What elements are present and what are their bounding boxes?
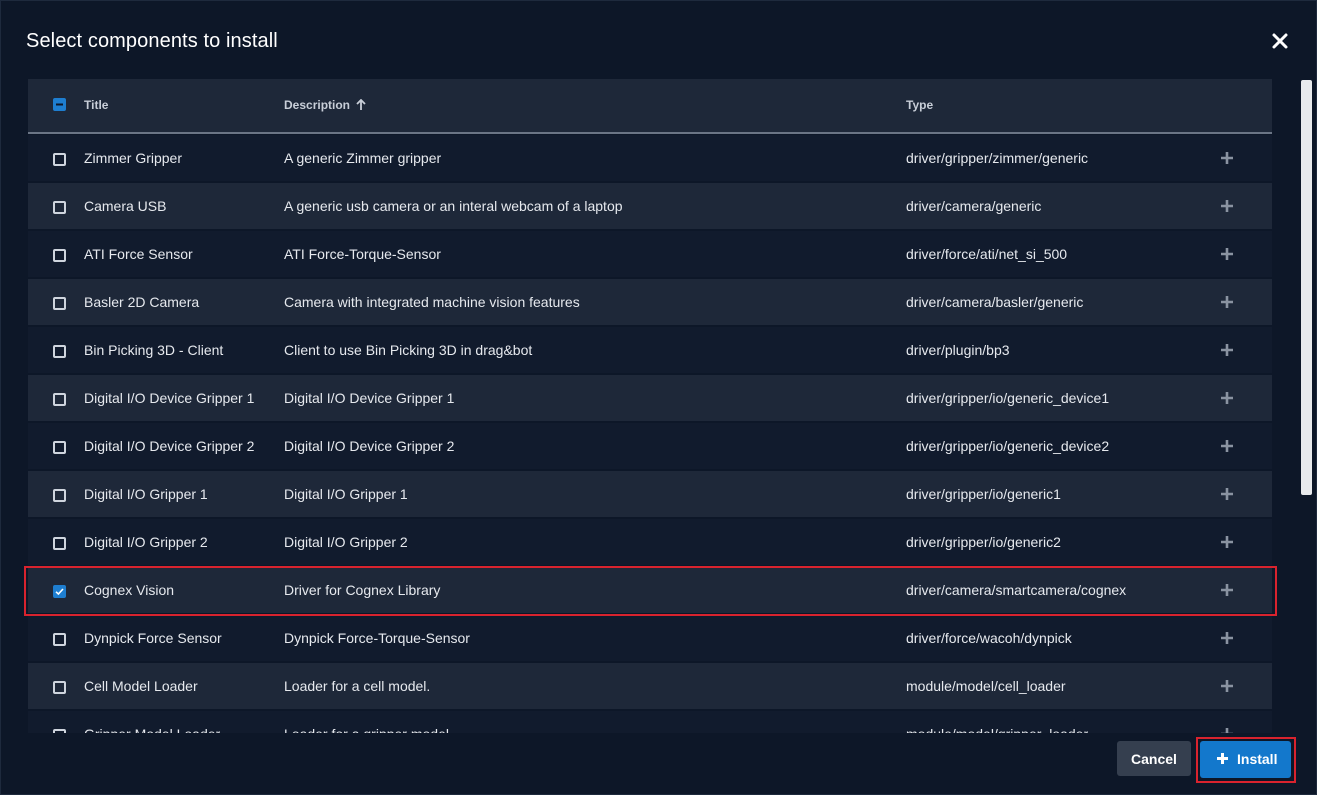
table-row[interactable]: Bin Picking 3D - Client Client to use Bin… [28,327,1272,373]
cell-type: driver/camera/basler/generic [906,294,1084,310]
cell-description: Digital I/O Device Gripper 2 [284,438,455,454]
row-checkbox[interactable] [53,633,66,646]
row-checkbox[interactable] [53,345,66,358]
table-row[interactable]: ATI Force Sensor ATI Force-Torque-Sensor d… [28,231,1272,277]
row-checkbox[interactable] [53,441,66,454]
cell-description: Digital I/O Gripper 1 [284,486,408,502]
cell-type: driver/gripper/io/generic_device1 [906,390,1110,406]
cell-description: A generic Zimmer gripper [284,150,442,166]
row-checkbox[interactable] [53,249,66,262]
table-row[interactable]: Digital I/O Gripper 2 Digital I/O Gripper… [28,519,1272,565]
table-row[interactable]: Digital I/O Device Gripper 1 Digital I/O … [28,375,1272,421]
cell-title: Zimmer Gripper [84,150,183,166]
cell-description: Loader for a gripper model. [284,726,453,733]
row-checkbox[interactable] [53,393,66,406]
cell-title: Cell Model Loader [84,678,198,694]
cell-title: Digital I/O Device Gripper 2 [84,438,255,454]
table-row[interactable]: Cognex Vision Driver for Cognex Library dr… [28,567,1272,613]
table-row[interactable]: Gripper Model Loader Loader for a gripper… [28,711,1272,733]
column-header-description-label: Description [284,98,351,112]
cell-title: Digital I/O Gripper 2 [84,534,208,550]
cell-type: driver/camera/smartcamera/cognex [906,582,1127,598]
cell-type: driver/gripper/io/generic1 [906,486,1061,502]
cell-type: driver/camera/generic [906,198,1042,214]
cell-title: Digital I/O Device Gripper 1 [84,390,255,406]
row-checkbox[interactable] [53,297,66,310]
dialog-title: Select components to install [26,30,278,52]
row-checkbox[interactable] [53,537,66,550]
install-button-label: Install [1237,751,1278,767]
plus-icon[interactable] [1220,631,1234,645]
plus-icon[interactable] [1220,343,1234,357]
table-row[interactable]: Digital I/O Device Gripper 2 Digital I/O … [28,423,1272,469]
plus-icon[interactable] [1220,439,1234,453]
plus-icon[interactable] [1220,727,1234,733]
cell-title: Basler 2D Camera [84,294,200,310]
cell-type: module/model/gripper_loader [906,726,1088,733]
cell-title: Bin Picking 3D - Client [84,342,224,358]
install-components-dialog: Select components to install Title Descr… [0,0,1317,795]
row-checkbox[interactable] [53,585,66,598]
cell-type: driver/plugin/bp3 [906,342,1010,358]
row-checkbox[interactable] [53,489,66,502]
cell-description: Digital I/O Device Gripper 1 [284,390,455,406]
table-row[interactable]: Camera USB A generic usb camera or an int… [28,183,1272,229]
plus-icon[interactable] [1220,247,1234,261]
cell-title: Digital I/O Gripper 1 [84,486,208,502]
table-row[interactable]: Digital I/O Gripper 1 Digital I/O Gripper… [28,471,1272,517]
plus-icon[interactable] [1220,535,1234,549]
cell-description: Driver for Cognex Library [284,582,441,598]
cell-type: driver/gripper/io/generic2 [906,534,1061,550]
cell-title: Dynpick Force Sensor [84,630,222,646]
cell-description: Digital I/O Gripper 2 [284,534,408,550]
row-checkbox[interactable] [53,201,66,214]
column-header-title[interactable]: Title [84,98,108,112]
cell-description: ATI Force-Torque-Sensor [284,246,441,262]
table-row[interactable]: Zimmer Gripper A generic Zimmer gripper dr… [28,135,1272,181]
cell-title: ATI Force Sensor [84,246,193,262]
cancel-button[interactable]: Cancel [1117,741,1191,776]
plus-icon[interactable] [1220,487,1234,501]
plus-icon[interactable] [1220,295,1234,309]
row-checkbox[interactable] [53,153,66,166]
table-row[interactable]: Dynpick Force Sensor Dynpick Force-Torque… [28,615,1272,661]
plus-icon[interactable] [1220,679,1234,693]
cell-description: Camera with integrated machine vision fe… [284,294,580,310]
cell-type: driver/force/ati/net_si_500 [906,246,1068,262]
row-checkbox[interactable] [53,729,66,733]
cell-description: Loader for a cell model. [284,678,431,694]
cell-description: Client to use Bin Picking 3D in drag&bot [284,342,533,358]
cell-type: driver/force/wacoh/dynpick [906,630,1072,646]
components-table: Title Description Type Zimmer Gripper A g… [28,79,1272,733]
plus-icon [1217,753,1228,764]
install-button[interactable]: Install [1200,741,1291,778]
column-header-type[interactable]: Type [906,98,933,112]
column-header-description[interactable]: Description [284,98,366,112]
plus-icon[interactable] [1220,151,1234,165]
arrow-up-icon [356,98,366,110]
plus-icon[interactable] [1220,199,1234,213]
cell-type: driver/gripper/io/generic_device2 [906,438,1110,454]
table-header: Title Description Type [28,79,1272,134]
cell-title: Camera USB [84,198,167,214]
select-all-checkbox[interactable] [53,98,66,111]
table-row[interactable]: Basler 2D Camera Camera with integrated m… [28,279,1272,325]
scrollbar-thumb[interactable] [1301,80,1312,495]
cell-title: Cognex Vision [84,582,175,598]
row-checkbox[interactable] [53,681,66,694]
plus-icon[interactable] [1220,583,1234,597]
cell-type: driver/gripper/zimmer/generic [906,150,1089,166]
close-icon[interactable] [1269,30,1291,52]
cell-description: Dynpick Force-Torque-Sensor [284,630,470,646]
cell-description: A generic usb camera or an interal webca… [284,198,623,214]
table-row[interactable]: Cell Model Loader Loader for a cell model… [28,663,1272,709]
plus-icon[interactable] [1220,391,1234,405]
cell-title: Gripper Model Loader [84,726,220,733]
cell-type: module/model/cell_loader [906,678,1066,694]
